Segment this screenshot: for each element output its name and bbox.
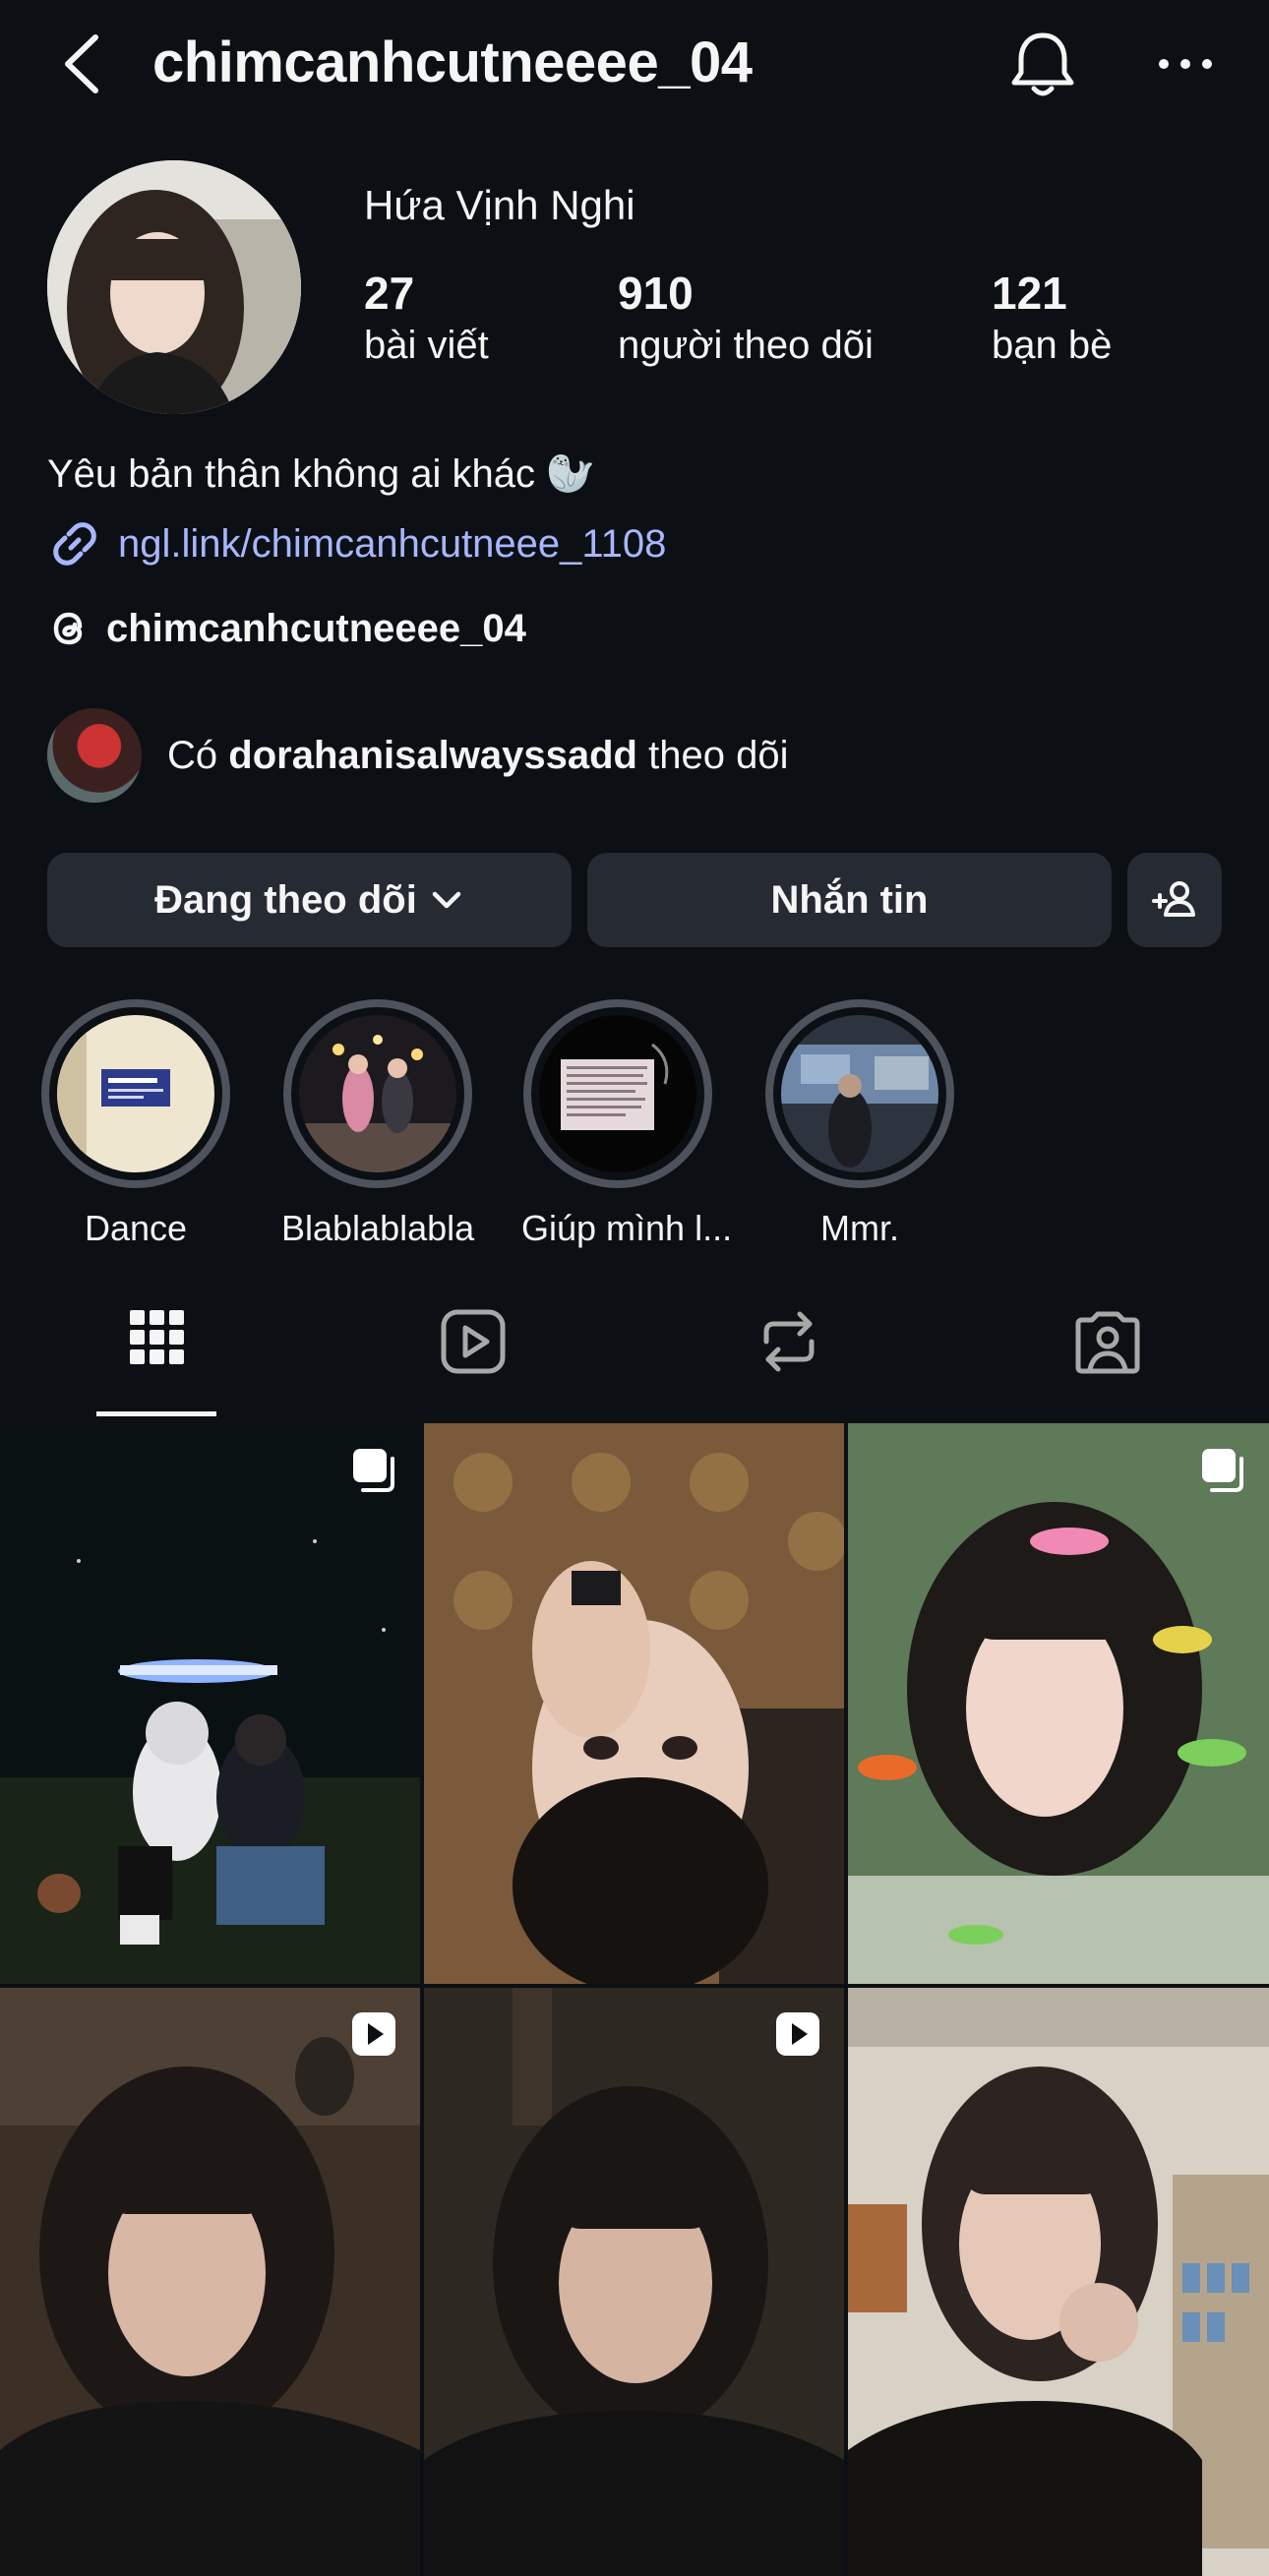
mutual-prefix: Có [167, 733, 218, 777]
tab-tagged[interactable] [1049, 1308, 1167, 1416]
grid-post[interactable] [424, 1423, 844, 1984]
carousel-icon [1202, 1449, 1243, 1492]
more-options-button[interactable] [1156, 39, 1215, 89]
friends-count-stat[interactable]: 121 bạn bè [992, 266, 1112, 370]
mutual-follower-name: dorahanisalwayssadd [228, 733, 637, 777]
grid-icon [130, 1310, 184, 1364]
threads-handle: chimcanhcutneeee_04 [106, 606, 526, 650]
chevron-down-icon [432, 891, 461, 909]
mutual-followers[interactable]: Có dorahanisalwayssadd theo dõi [47, 708, 788, 803]
message-label: Nhắn tin [770, 877, 929, 922]
followers-count-stat[interactable]: 910 người theo dõi [618, 266, 874, 370]
reel-icon [352, 2012, 395, 2056]
mutual-suffix: theo dõi [648, 733, 789, 777]
highlight-blablablabla[interactable]: Blablablabla [281, 999, 474, 1249]
highlight-label: Giúp mình l... [521, 1208, 733, 1248]
carousel-icon [353, 1449, 394, 1492]
profile-link[interactable]: ngl.link/chimcanhcutneee_1108 [47, 516, 666, 571]
grid-post[interactable] [0, 1423, 420, 1984]
followers-count: 910 [618, 268, 694, 319]
highlight-thumbnail [539, 1015, 696, 1172]
display-name: Hứa Vịnh Nghi [364, 182, 635, 228]
notifications-button[interactable] [1008, 28, 1077, 102]
highlight-label: Mmr. [820, 1208, 899, 1248]
following-button[interactable]: Đang theo dõi [47, 853, 572, 947]
highlight-thumbnail [781, 1015, 938, 1172]
profile-bio: Yêu bản thân không ai khác 🦭 [47, 452, 595, 496]
chevron-left-icon [65, 34, 98, 93]
link-icon [53, 522, 96, 566]
back-button[interactable] [54, 30, 113, 98]
following-label: Đang theo dõi [154, 877, 417, 922]
tagged-person-icon [1075, 1311, 1140, 1374]
more-horizontal-icon [1159, 59, 1212, 69]
message-button[interactable]: Nhắn tin [587, 853, 1112, 947]
posts-label: bài viết [364, 324, 489, 367]
highlight-thumbnail [57, 1015, 214, 1172]
top-bar: chimcanhcutneeee_04 [0, 0, 1269, 138]
highlight-mmr[interactable]: Mmr. [763, 999, 956, 1249]
friends-count: 121 [992, 268, 1067, 319]
followers-label: người theo dõi [618, 324, 874, 367]
tab-posts-grid[interactable] [98, 1308, 216, 1416]
highlight-label: Blablablabla [281, 1208, 475, 1248]
posts-count-stat[interactable]: 27 bài viết [364, 266, 489, 370]
suggest-people-button[interactable] [1127, 853, 1222, 947]
tab-reposts[interactable] [730, 1308, 848, 1416]
reels-play-icon [441, 1309, 506, 1374]
grid-post[interactable] [848, 1423, 1269, 1984]
active-tab-indicator [96, 1411, 216, 1416]
repost-icon [763, 1311, 815, 1372]
profile-link-text: ngl.link/chimcanhcutneee_1108 [118, 521, 667, 566]
highlight-giup-minh[interactable]: Giúp mình l... [521, 999, 733, 1249]
reel-icon [776, 2012, 819, 2056]
highlight-dance[interactable]: Dance [39, 999, 232, 1249]
highlight-label: Dance [84, 1208, 188, 1248]
threads-icon [53, 612, 83, 645]
tab-reels[interactable] [414, 1308, 532, 1416]
bell-icon [1011, 32, 1074, 96]
posts-count: 27 [364, 268, 415, 319]
mutual-follower-avatar [47, 708, 142, 803]
threads-badge[interactable]: chimcanhcutneeee_04 [47, 605, 526, 652]
add-person-icon [1152, 881, 1195, 917]
profile-username: chimcanhcutneeee_04 [152, 30, 753, 94]
friends-label: bạn bè [992, 324, 1113, 367]
highlight-thumbnail [299, 1015, 456, 1172]
grid-post[interactable] [424, 1988, 844, 2576]
grid-post[interactable] [0, 1988, 420, 2576]
grid-post[interactable] [848, 1988, 1269, 2576]
profile-avatar[interactable] [47, 160, 301, 414]
